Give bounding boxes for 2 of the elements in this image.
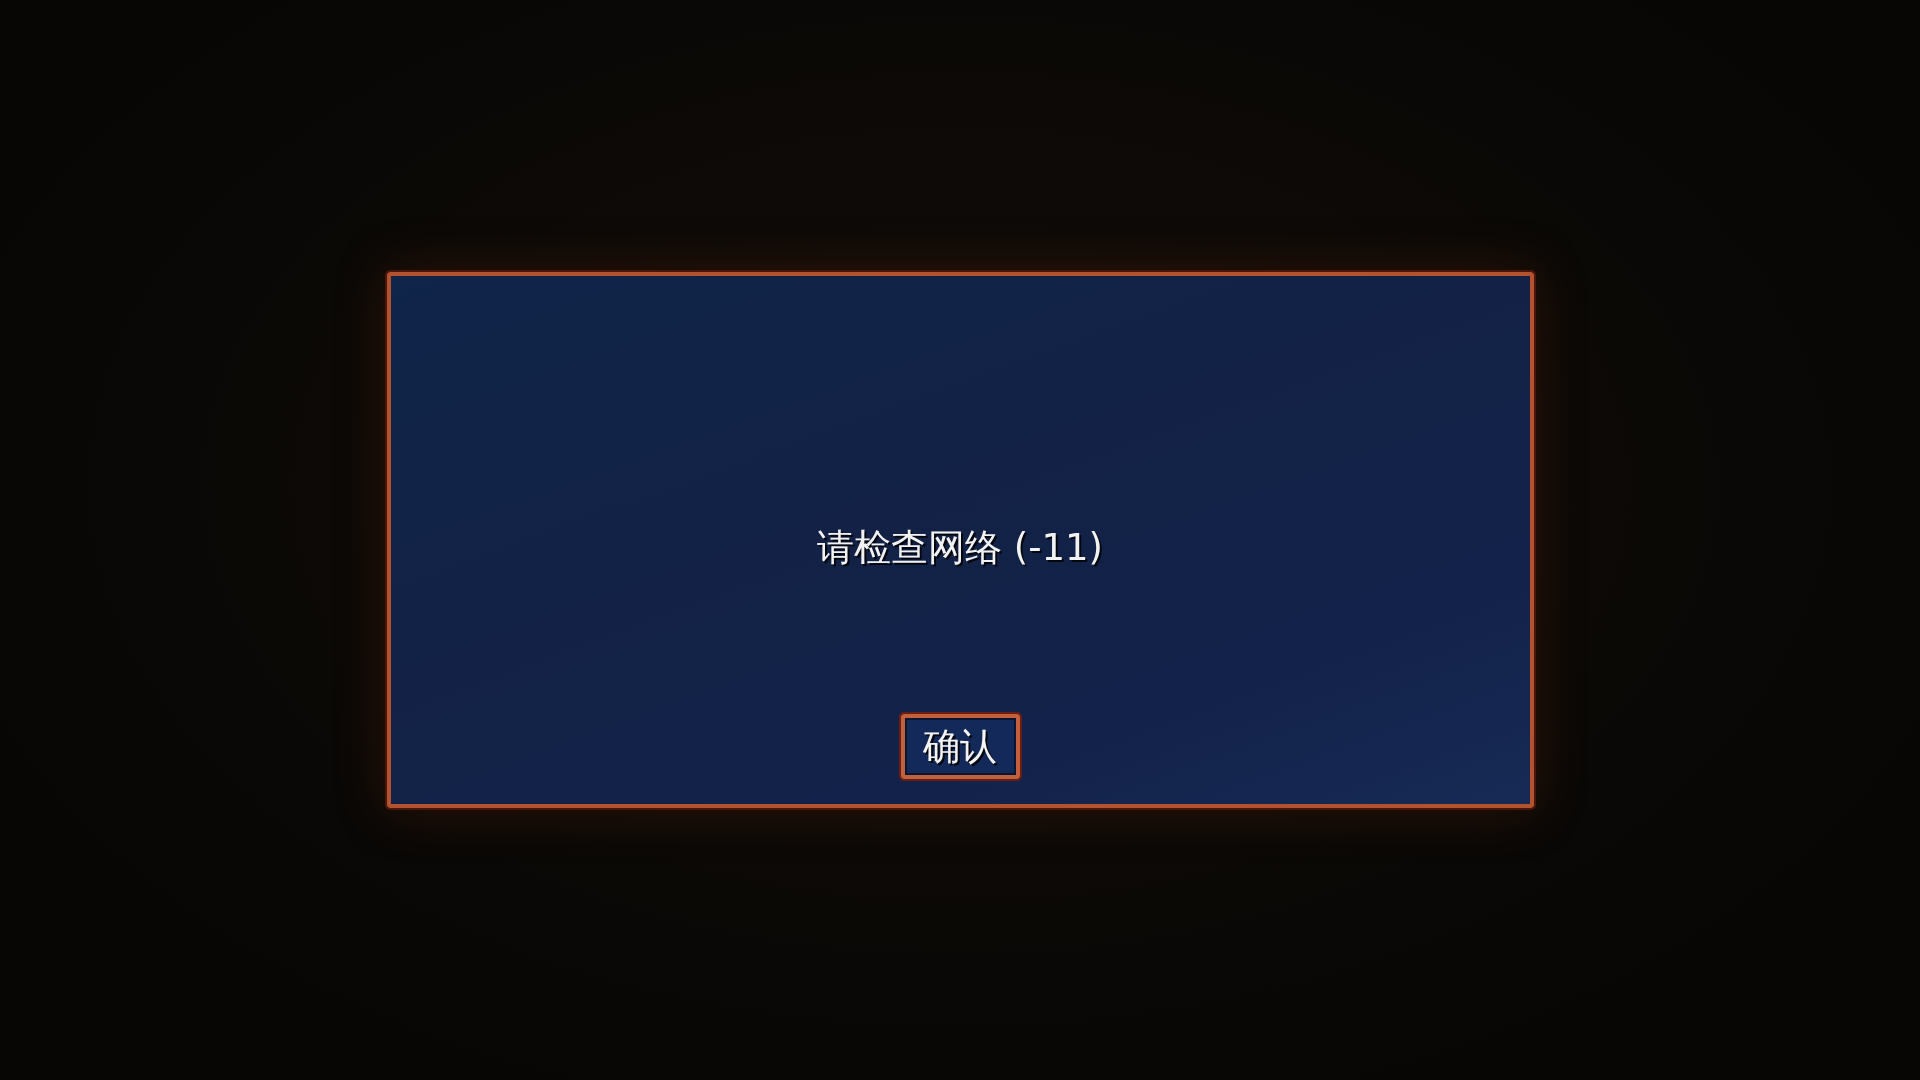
dialog-message: 请检查网络 (-11) [816,525,1104,571]
confirm-button[interactable]: 确认 [900,714,1020,779]
